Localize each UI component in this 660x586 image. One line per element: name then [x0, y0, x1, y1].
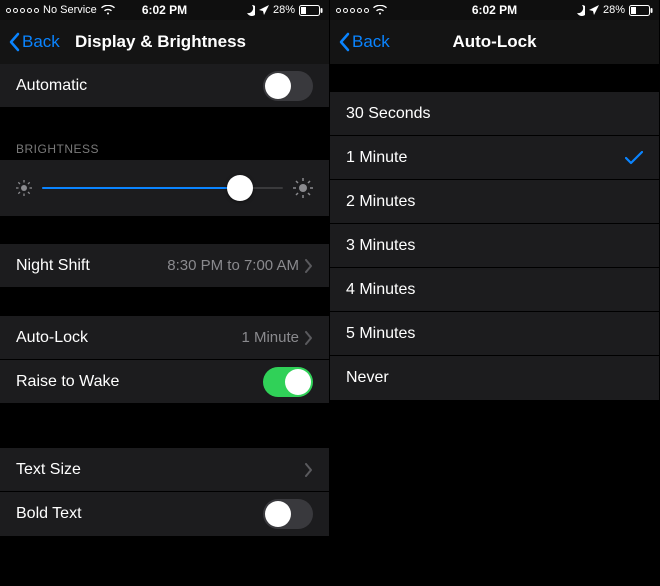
night-shift-label: Night Shift: [16, 257, 90, 275]
automatic-toggle[interactable]: [263, 71, 313, 101]
option-label: 5 Minutes: [346, 325, 415, 343]
text-size-row[interactable]: Text Size: [0, 448, 329, 492]
location-icon: [259, 5, 269, 15]
page-title: Display & Brightness: [75, 32, 246, 52]
chevron-right-icon: [305, 259, 313, 273]
auto-lock-option[interactable]: 1 Minute: [330, 136, 659, 180]
auto-lock-option-list: 30 Seconds 1 Minute 2 Minutes 3 Minutes 4 Mi…: [330, 92, 659, 400]
clock: 6:02 PM: [142, 3, 187, 17]
auto-lock-option[interactable]: 2 Minutes: [330, 180, 659, 224]
sun-large-icon: [293, 178, 313, 198]
raise-to-wake-toggle[interactable]: [263, 367, 313, 397]
auto-lock-option[interactable]: 3 Minutes: [330, 224, 659, 268]
option-label: 2 Minutes: [346, 193, 415, 211]
signal-dots-icon: [6, 8, 39, 13]
sun-small-icon: [16, 180, 32, 196]
wifi-icon: [373, 5, 387, 15]
auto-lock-option[interactable]: Never: [330, 356, 659, 400]
display-brightness-screen: No Service 6:02 PM 28% Back Displ: [0, 0, 330, 586]
status-bar: 6:02 PM 28%: [330, 0, 659, 20]
auto-lock-row[interactable]: Auto-Lock 1 Minute: [0, 316, 329, 360]
brightness-slider[interactable]: [42, 187, 283, 189]
clock: 6:02 PM: [472, 3, 517, 17]
carrier-text: No Service: [43, 4, 97, 16]
signal-dots-icon: [336, 8, 369, 13]
option-label: 30 Seconds: [346, 105, 431, 123]
option-label: 3 Minutes: [346, 237, 415, 255]
automatic-label: Automatic: [16, 77, 87, 95]
chevron-right-icon: [305, 463, 313, 477]
battery-icon: [629, 5, 653, 16]
automatic-row[interactable]: Automatic: [0, 64, 329, 108]
option-label: Never: [346, 369, 389, 387]
night-shift-detail: 8:30 PM to 7:00 AM: [167, 257, 299, 274]
option-label: 4 Minutes: [346, 281, 415, 299]
status-bar: No Service 6:02 PM 28%: [0, 0, 329, 20]
brightness-slider-row: [0, 160, 329, 216]
back-button[interactable]: Back: [338, 32, 390, 52]
back-label: Back: [352, 32, 390, 52]
auto-lock-option[interactable]: 4 Minutes: [330, 268, 659, 312]
auto-lock-screen: 6:02 PM 28% Back Auto-Lock 30 Seconds 1 M…: [330, 0, 660, 586]
bold-text-toggle[interactable]: [263, 499, 313, 529]
auto-lock-option[interactable]: 30 Seconds: [330, 92, 659, 136]
battery-pct: 28%: [603, 4, 625, 16]
auto-lock-option[interactable]: 5 Minutes: [330, 312, 659, 356]
auto-lock-detail: 1 Minute: [241, 329, 299, 346]
location-icon: [589, 5, 599, 15]
auto-lock-label: Auto-Lock: [16, 329, 88, 347]
text-size-label: Text Size: [16, 461, 81, 479]
page-title: Auto-Lock: [452, 32, 536, 52]
night-shift-row[interactable]: Night Shift 8:30 PM to 7:00 AM: [0, 244, 329, 288]
bold-text-label: Bold Text: [16, 505, 82, 523]
raise-to-wake-label: Raise to Wake: [16, 373, 119, 391]
nav-bar: Back Display & Brightness: [0, 20, 329, 64]
wifi-icon: [101, 5, 115, 15]
chevron-left-icon: [8, 32, 20, 52]
raise-to-wake-row[interactable]: Raise to Wake: [0, 360, 329, 404]
moon-icon: [244, 5, 255, 16]
moon-icon: [574, 5, 585, 16]
brightness-header: BRIGHTNESS: [0, 136, 329, 160]
back-button[interactable]: Back: [8, 32, 60, 52]
battery-pct: 28%: [273, 4, 295, 16]
bold-text-row[interactable]: Bold Text: [0, 492, 329, 536]
option-label: 1 Minute: [346, 149, 407, 167]
nav-bar: Back Auto-Lock: [330, 20, 659, 64]
battery-icon: [299, 5, 323, 16]
checkmark-icon: [625, 151, 643, 165]
chevron-right-icon: [305, 331, 313, 345]
chevron-left-icon: [338, 32, 350, 52]
back-label: Back: [22, 32, 60, 52]
